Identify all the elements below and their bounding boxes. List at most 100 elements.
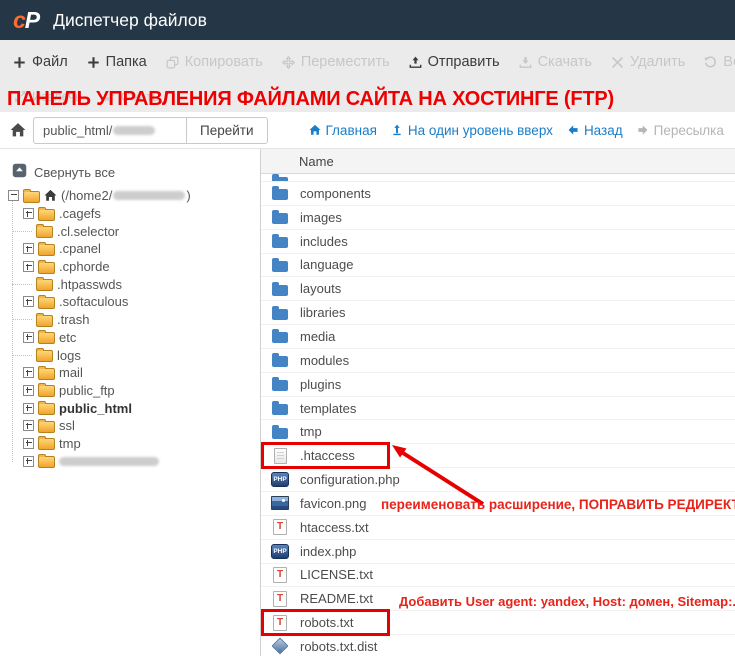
- expand-icon[interactable]: [23, 208, 34, 219]
- tree-node-label: .softaculous: [59, 294, 128, 309]
- folder-icon: [38, 332, 55, 344]
- file-row-htaccess.txt[interactable]: htaccess.txt: [261, 516, 735, 540]
- tree-node-.cphorde[interactable]: .cphorde: [0, 258, 260, 276]
- tree-node-redacted[interactable]: [0, 452, 260, 470]
- tree-node-.cagefs[interactable]: .cagefs: [0, 205, 260, 223]
- file-row-LICENSE.txt[interactable]: LICENSE.txt: [261, 564, 735, 588]
- file-row-plugins[interactable]: plugins: [261, 373, 735, 397]
- directory-tree: (/home2/).cagefs.cl.selector.cpanel .cpho…: [0, 187, 260, 470]
- toolbar-copy-label: Копировать: [185, 54, 263, 70]
- home-icon[interactable]: [10, 122, 26, 138]
- file-list-header[interactable]: Name: [261, 149, 735, 174]
- file-row-configuration.php[interactable]: configuration.php: [261, 468, 735, 492]
- nav-home-link[interactable]: Главная: [309, 123, 377, 138]
- path-navigation: ГлавнаяНа один уровень вверхНазадПересыл…: [309, 123, 735, 138]
- copy-icon: [166, 56, 179, 69]
- nav-back-link[interactable]: Назад: [567, 123, 623, 138]
- expand-icon[interactable]: [23, 420, 34, 431]
- file-name: plugins: [300, 377, 341, 392]
- tree-node-public_ftp[interactable]: public_ftp: [0, 382, 260, 400]
- redacted-text: [113, 191, 185, 200]
- file-row-language[interactable]: language: [261, 254, 735, 278]
- directory-tree-sidebar: Свернуть все (/home2/).cagefs.cl.selecto…: [0, 149, 260, 656]
- file-name: .htaccess: [300, 448, 355, 463]
- toolbar-folder-button[interactable]: Папка: [87, 54, 147, 70]
- toolbar-file-label: Файл: [32, 54, 68, 70]
- collapse-icon[interactable]: [8, 190, 19, 201]
- move-icon: [282, 56, 295, 69]
- file-name: modules: [300, 353, 349, 368]
- tree-node-suffix: ): [186, 188, 190, 203]
- file-row-.htaccess[interactable]: .htaccess: [261, 444, 735, 468]
- expand-icon[interactable]: [23, 385, 34, 396]
- toolbar-restore-button: Восстановить: [704, 54, 735, 70]
- cpanel-logo: cP: [13, 7, 39, 34]
- file-name: robots.txt: [300, 615, 353, 630]
- collapse-all-icon: [12, 163, 27, 181]
- tree-node-label: public_ftp: [59, 383, 115, 398]
- tree-node-ssl[interactable]: ssl: [0, 417, 260, 435]
- folder-icon: [38, 385, 55, 397]
- toolbar-file-button[interactable]: Файл: [13, 54, 68, 70]
- tree-node-home2[interactable]: (/home2/): [0, 187, 260, 205]
- expand-icon[interactable]: [23, 261, 34, 272]
- tree-node-label: .cpanel: [59, 241, 101, 256]
- right-icon: [637, 124, 649, 136]
- file-row-libraries[interactable]: libraries: [261, 301, 735, 325]
- left-icon: [567, 124, 579, 136]
- tree-node-mail[interactable]: mail: [0, 364, 260, 382]
- tree-node-logs[interactable]: logs: [0, 346, 260, 364]
- toolbar-move-label: Переместить: [301, 54, 390, 70]
- expand-icon[interactable]: [23, 332, 34, 343]
- tree-node-.trash[interactable]: .trash: [0, 311, 260, 329]
- file-name: layouts: [300, 281, 341, 296]
- tree-node-tmp[interactable]: tmp: [0, 435, 260, 453]
- file-row-tmp[interactable]: tmp: [261, 420, 735, 444]
- toolbar-upload-button[interactable]: Отправить: [409, 54, 500, 70]
- expand-icon[interactable]: [23, 243, 34, 254]
- tree-node-.cl.selector[interactable]: .cl.selector: [0, 222, 260, 240]
- file-row-templates[interactable]: templates: [261, 397, 735, 421]
- file-name: htaccess.txt: [300, 520, 369, 535]
- go-button[interactable]: Перейти: [186, 117, 268, 144]
- file-row-index.php[interactable]: index.php: [261, 540, 735, 564]
- file-row-media[interactable]: media: [261, 325, 735, 349]
- file-name: README.txt: [300, 591, 373, 606]
- expand-icon[interactable]: [23, 456, 34, 467]
- file-row-components[interactable]: components: [261, 182, 735, 206]
- expand-icon[interactable]: [23, 367, 34, 378]
- file-row-includes[interactable]: includes: [261, 230, 735, 254]
- tree-node-label: ssl: [59, 418, 75, 433]
- file-row-images[interactable]: images: [261, 206, 735, 230]
- upload-icon: [409, 56, 422, 69]
- file-name: tmp: [300, 424, 322, 439]
- folder-icon: [272, 332, 288, 343]
- file-row-modules[interactable]: modules: [261, 349, 735, 373]
- folder-icon: [36, 279, 53, 291]
- home-icon: [309, 124, 321, 136]
- file-row-robots.txt.dist[interactable]: robots.txt.dist: [261, 635, 735, 656]
- tree-node-public_html[interactable]: public_html: [0, 399, 260, 417]
- dist-icon: [272, 638, 289, 655]
- file-row-favicon.png[interactable]: favicon.png: [261, 492, 735, 516]
- tree-node-etc[interactable]: etc: [0, 329, 260, 347]
- file-icon: [274, 448, 287, 464]
- file-row-README.txt[interactable]: README.txt: [261, 587, 735, 611]
- folder-icon: [272, 404, 288, 415]
- tree-node-label: etc: [59, 330, 76, 345]
- tree-node-.htpasswds[interactable]: .htpasswds: [0, 275, 260, 293]
- folder-icon: [38, 262, 55, 274]
- file-row-layouts[interactable]: layouts: [261, 277, 735, 301]
- expand-icon[interactable]: [23, 438, 34, 449]
- expand-icon[interactable]: [23, 403, 34, 414]
- nav-up-link[interactable]: На один уровень вверх: [391, 123, 553, 138]
- path-input[interactable]: public_html/: [33, 117, 187, 144]
- expand-icon[interactable]: [23, 296, 34, 307]
- tree-connector: [23, 227, 32, 236]
- tree-node-.cpanel[interactable]: .cpanel: [0, 240, 260, 258]
- collapse-all-button[interactable]: Свернуть все: [12, 163, 260, 181]
- folder-icon: [272, 285, 288, 296]
- tree-node-.softaculous[interactable]: .softaculous: [0, 293, 260, 311]
- file-manager-app: cP Диспетчер файлов ФайлПапкаКопироватьП…: [0, 0, 735, 656]
- file-row-robots.txt[interactable]: robots.txt: [261, 611, 735, 635]
